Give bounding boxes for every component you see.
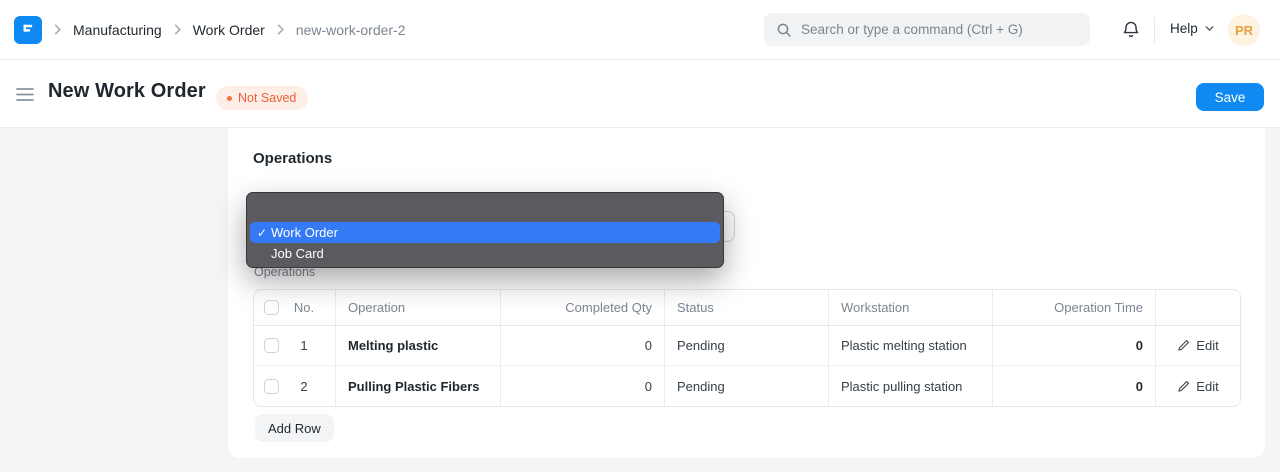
help-menu[interactable]: Help bbox=[1170, 21, 1216, 36]
search-input[interactable] bbox=[801, 22, 1078, 37]
row-checkbox[interactable] bbox=[264, 379, 279, 394]
chevron-down-icon bbox=[1203, 22, 1216, 35]
row-cell-completed-qty[interactable]: 0 bbox=[501, 366, 665, 406]
save-button[interactable]: Save bbox=[1196, 83, 1264, 111]
form-section-card: Operations Operations No. Operation Comp… bbox=[228, 128, 1265, 458]
row-cell-workstation[interactable]: Plastic pulling station bbox=[829, 366, 993, 406]
header-cell-operation: Operation bbox=[336, 290, 501, 325]
table-header-row: No. Operation Completed Qty Status Works… bbox=[254, 290, 1240, 326]
breadcrumb: Manufacturing Work Order new-work-order-… bbox=[50, 0, 406, 59]
header-cell-no: No. bbox=[254, 290, 336, 325]
dropdown-option-work-order[interactable]: ✓ Work Order bbox=[250, 222, 720, 243]
row-number: 2 bbox=[279, 379, 329, 394]
sidebar-toggle-icon[interactable] bbox=[16, 87, 34, 107]
user-avatar[interactable]: PR bbox=[1228, 14, 1260, 46]
row-cell-workstation[interactable]: Plastic melting station bbox=[829, 326, 993, 365]
pencil-icon bbox=[1177, 380, 1190, 393]
erpnext-logo-icon bbox=[19, 21, 37, 39]
operations-table: No. Operation Completed Qty Status Works… bbox=[253, 289, 1241, 407]
dropdown-option-label: Job Card bbox=[271, 246, 324, 261]
global-search[interactable] bbox=[764, 13, 1090, 46]
header-cell-operation-time: Operation Time bbox=[993, 290, 1156, 325]
check-icon: ✓ bbox=[257, 226, 271, 240]
table-row: 2 Pulling Plastic Fibers 0 Pending Plast… bbox=[254, 366, 1240, 406]
dropdown-option-label: Work Order bbox=[271, 225, 338, 240]
navbar-divider bbox=[1154, 17, 1155, 43]
edit-label: Edit bbox=[1196, 338, 1218, 353]
dropdown-option-empty[interactable] bbox=[250, 198, 720, 222]
chevron-right-icon bbox=[50, 22, 65, 37]
breadcrumb-manufacturing[interactable]: Manufacturing bbox=[73, 22, 162, 38]
edit-label: Edit bbox=[1196, 379, 1218, 394]
table-row: 1 Melting plastic 0 Pending Plastic melt… bbox=[254, 326, 1240, 366]
page-head: New Work Order Not Saved Save bbox=[0, 60, 1280, 128]
avatar-initials: PR bbox=[1235, 23, 1253, 38]
page-title: New Work Order bbox=[48, 80, 206, 103]
header-no-label: No. bbox=[279, 300, 329, 315]
row-cell-completed-qty[interactable]: 0 bbox=[501, 326, 665, 365]
row-cell-no: 2 bbox=[254, 366, 336, 406]
header-cell-completed-qty: Completed Qty bbox=[501, 290, 665, 325]
erpnext-logo[interactable] bbox=[14, 16, 42, 44]
row-checkbox[interactable] bbox=[264, 338, 279, 353]
row-cell-edit: Edit bbox=[1156, 366, 1240, 406]
row-number: 1 bbox=[279, 338, 329, 353]
row-cell-edit: Edit bbox=[1156, 326, 1240, 365]
add-row-button[interactable]: Add Row bbox=[255, 414, 334, 442]
row-cell-no: 1 bbox=[254, 326, 336, 365]
search-icon bbox=[776, 22, 792, 38]
status-dot-icon bbox=[227, 96, 232, 101]
section-heading: Operations bbox=[253, 150, 332, 167]
select-dropdown-menu: ✓ Work Order ✓ Job Card bbox=[246, 192, 724, 268]
status-badge: Not Saved bbox=[216, 86, 308, 110]
status-badge-label: Not Saved bbox=[238, 91, 296, 105]
navbar: Manufacturing Work Order new-work-order-… bbox=[0, 0, 1280, 60]
select-all-checkbox[interactable] bbox=[264, 300, 279, 315]
pencil-icon bbox=[1177, 339, 1190, 352]
row-cell-operation[interactable]: Melting plastic bbox=[336, 326, 501, 365]
chevron-right-icon bbox=[273, 22, 288, 37]
header-cell-edit bbox=[1156, 290, 1240, 325]
breadcrumb-current: new-work-order-2 bbox=[296, 22, 406, 38]
row-cell-operation[interactable]: Pulling Plastic Fibers bbox=[336, 366, 501, 406]
row-cell-status[interactable]: Pending bbox=[665, 326, 829, 365]
breadcrumb-work-order[interactable]: Work Order bbox=[193, 22, 265, 38]
help-label: Help bbox=[1170, 21, 1198, 36]
edit-row-button[interactable]: Edit bbox=[1177, 379, 1218, 394]
row-cell-operation-time[interactable]: 0 bbox=[993, 326, 1156, 365]
row-cell-operation-time[interactable]: 0 bbox=[993, 366, 1156, 406]
notifications-bell-icon[interactable] bbox=[1121, 19, 1141, 45]
header-cell-status: Status bbox=[665, 290, 829, 325]
row-cell-status[interactable]: Pending bbox=[665, 366, 829, 406]
page-body: Operations Operations No. Operation Comp… bbox=[0, 128, 1280, 472]
dropdown-option-job-card[interactable]: ✓ Job Card bbox=[250, 243, 720, 264]
header-cell-workstation: Workstation bbox=[829, 290, 993, 325]
edit-row-button[interactable]: Edit bbox=[1177, 338, 1218, 353]
chevron-right-icon bbox=[170, 22, 185, 37]
